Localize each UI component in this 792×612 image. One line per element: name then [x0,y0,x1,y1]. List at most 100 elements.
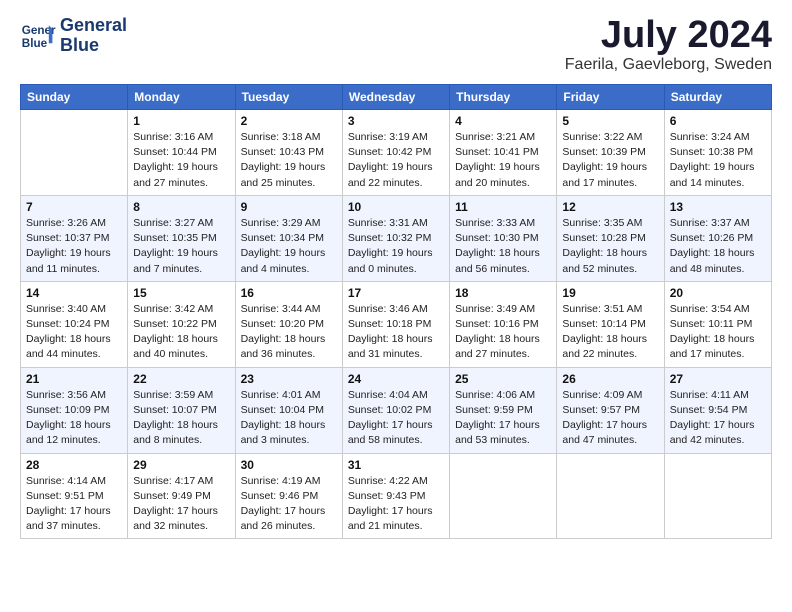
day-number: 8 [133,200,229,214]
day-info: Sunrise: 4:17 AMSunset: 9:49 PMDaylight:… [133,474,229,535]
day-number: 21 [26,372,122,386]
calendar-cell: 28 Sunrise: 4:14 AMSunset: 9:51 PMDayligh… [21,453,128,539]
logo-icon: General Blue [20,18,56,54]
day-number: 18 [455,286,551,300]
day-number: 31 [348,458,444,472]
calendar-table: SundayMondayTuesdayWednesdayThursdayFrid… [20,84,772,539]
day-info: Sunrise: 3:49 AMSunset: 10:16 PMDaylight… [455,302,551,363]
calendar-cell: 22 Sunrise: 3:59 AMSunset: 10:07 PMDaylig… [128,367,235,453]
calendar-cell: 17 Sunrise: 3:46 AMSunset: 10:18 PMDaylig… [342,281,449,367]
day-info: Sunrise: 3:46 AMSunset: 10:18 PMDaylight… [348,302,444,363]
day-number: 15 [133,286,229,300]
day-info: Sunrise: 3:19 AMSunset: 10:42 PMDaylight… [348,130,444,191]
calendar-cell [21,110,128,196]
calendar-cell: 27Sunrise: 4:11 AMSunset: 9:54 PMDayligh… [664,367,771,453]
calendar-cell: 4Sunrise: 3:21 AMSunset: 10:41 PMDayligh… [450,110,557,196]
day-number: 29 [133,458,229,472]
day-info: Sunrise: 4:04 AMSunset: 10:02 PMDaylight… [348,388,444,449]
day-info: Sunrise: 3:44 AMSunset: 10:20 PMDaylight… [241,302,337,363]
calendar-cell: 15 Sunrise: 3:42 AMSunset: 10:22 PMDaylig… [128,281,235,367]
month-title: July 2024 [565,16,772,54]
day-number: 19 [562,286,658,300]
page: General Blue General Blue July 2024 Faer… [0,0,792,612]
day-info: Sunrise: 3:29 AMSunset: 10:34 PMDaylight… [241,216,337,277]
logo-text-general: General [60,16,127,36]
calendar-cell: 30 Sunrise: 4:19 AMSunset: 9:46 PMDayligh… [235,453,342,539]
calendar-cell: 21 Sunrise: 3:56 AMSunset: 10:09 PMDaylig… [21,367,128,453]
day-number: 14 [26,286,122,300]
calendar-cell: 6 Sunrise: 3:24 AMSunset: 10:38 PMDayligh… [664,110,771,196]
day-info: Sunrise: 4:01 AMSunset: 10:04 PMDaylight… [241,388,337,449]
day-info: Sunrise: 4:19 AMSunset: 9:46 PMDaylight:… [241,474,337,535]
day-info: Sunrise: 4:09 AMSunset: 9:57 PMDaylight:… [562,388,658,449]
svg-text:Blue: Blue [22,37,48,50]
day-info: Sunrise: 3:40 AMSunset: 10:24 PMDaylight… [26,302,122,363]
calendar-cell: 13 Sunrise: 3:37 AMSunset: 10:26 PMDaylig… [664,195,771,281]
calendar-cell [450,453,557,539]
location-subtitle: Faerila, Gaevleborg, Sweden [565,56,772,74]
day-number: 30 [241,458,337,472]
weekday-header-sunday: Sunday [21,85,128,110]
calendar-cell: 25 Sunrise: 4:06 AMSunset: 9:59 PMDayligh… [450,367,557,453]
day-info: Sunrise: 4:11 AMSunset: 9:54 PMDaylight:… [670,388,766,449]
title-block: July 2024 Faerila, Gaevleborg, Sweden [565,16,772,74]
weekday-header-monday: Monday [128,85,235,110]
day-info: Sunrise: 3:18 AMSunset: 10:43 PMDaylight… [241,130,337,191]
day-number: 17 [348,286,444,300]
calendar-cell: 9 Sunrise: 3:29 AMSunset: 10:34 PMDayligh… [235,195,342,281]
calendar-cell: 23 Sunrise: 4:01 AMSunset: 10:04 PMDaylig… [235,367,342,453]
day-number: 10 [348,200,444,214]
calendar-cell: 3 Sunrise: 3:19 AMSunset: 10:42 PMDayligh… [342,110,449,196]
week-row-1: 1Sunrise: 3:16 AMSunset: 10:44 PMDayligh… [21,110,772,196]
day-info: Sunrise: 3:31 AMSunset: 10:32 PMDaylight… [348,216,444,277]
calendar-cell: 1Sunrise: 3:16 AMSunset: 10:44 PMDayligh… [128,110,235,196]
calendar-cell: 20Sunrise: 3:54 AMSunset: 10:11 PMDaylig… [664,281,771,367]
week-row-2: 7Sunrise: 3:26 AMSunset: 10:37 PMDayligh… [21,195,772,281]
calendar-cell: 14 Sunrise: 3:40 AMSunset: 10:24 PMDaylig… [21,281,128,367]
weekday-header-friday: Friday [557,85,664,110]
day-number: 13 [670,200,766,214]
day-number: 24 [348,372,444,386]
calendar-cell: 8 Sunrise: 3:27 AMSunset: 10:35 PMDayligh… [128,195,235,281]
calendar-cell: 10 Sunrise: 3:31 AMSunset: 10:32 PMDaylig… [342,195,449,281]
calendar-cell: 11Sunrise: 3:33 AMSunset: 10:30 PMDaylig… [450,195,557,281]
calendar-cell: 31 Sunrise: 4:22 AMSunset: 9:43 PMDayligh… [342,453,449,539]
day-number: 26 [562,372,658,386]
weekday-header-saturday: Saturday [664,85,771,110]
day-info: Sunrise: 4:14 AMSunset: 9:51 PMDaylight:… [26,474,122,535]
day-info: Sunrise: 4:06 AMSunset: 9:59 PMDaylight:… [455,388,551,449]
day-number: 23 [241,372,337,386]
day-info: Sunrise: 3:35 AMSunset: 10:28 PMDaylight… [562,216,658,277]
day-number: 6 [670,114,766,128]
calendar-cell: 19 Sunrise: 3:51 AMSunset: 10:14 PMDaylig… [557,281,664,367]
day-info: Sunrise: 3:16 AMSunset: 10:44 PMDaylight… [133,130,229,191]
day-info: Sunrise: 3:22 AMSunset: 10:39 PMDaylight… [562,130,658,191]
day-number: 11 [455,200,551,214]
day-info: Sunrise: 3:59 AMSunset: 10:07 PMDaylight… [133,388,229,449]
day-number: 9 [241,200,337,214]
day-info: Sunrise: 3:42 AMSunset: 10:22 PMDaylight… [133,302,229,363]
day-number: 28 [26,458,122,472]
day-number: 25 [455,372,551,386]
day-number: 16 [241,286,337,300]
calendar-cell: 12Sunrise: 3:35 AMSunset: 10:28 PMDaylig… [557,195,664,281]
logo: General Blue General Blue [20,16,127,56]
day-number: 3 [348,114,444,128]
day-info: Sunrise: 3:51 AMSunset: 10:14 PMDaylight… [562,302,658,363]
day-number: 5 [562,114,658,128]
day-info: Sunrise: 3:37 AMSunset: 10:26 PMDaylight… [670,216,766,277]
calendar-cell: 26 Sunrise: 4:09 AMSunset: 9:57 PMDayligh… [557,367,664,453]
day-info: Sunrise: 3:27 AMSunset: 10:35 PMDaylight… [133,216,229,277]
day-info: Sunrise: 3:56 AMSunset: 10:09 PMDaylight… [26,388,122,449]
day-info: Sunrise: 3:24 AMSunset: 10:38 PMDaylight… [670,130,766,191]
day-info: Sunrise: 3:21 AMSunset: 10:41 PMDaylight… [455,130,551,191]
week-row-4: 21 Sunrise: 3:56 AMSunset: 10:09 PMDaylig… [21,367,772,453]
day-number: 2 [241,114,337,128]
day-number: 7 [26,200,122,214]
weekday-header-row: SundayMondayTuesdayWednesdayThursdayFrid… [21,85,772,110]
calendar-cell: 16 Sunrise: 3:44 AMSunset: 10:20 PMDaylig… [235,281,342,367]
weekday-header-tuesday: Tuesday [235,85,342,110]
day-info: Sunrise: 4:22 AMSunset: 9:43 PMDaylight:… [348,474,444,535]
day-number: 22 [133,372,229,386]
week-row-3: 14 Sunrise: 3:40 AMSunset: 10:24 PMDaylig… [21,281,772,367]
